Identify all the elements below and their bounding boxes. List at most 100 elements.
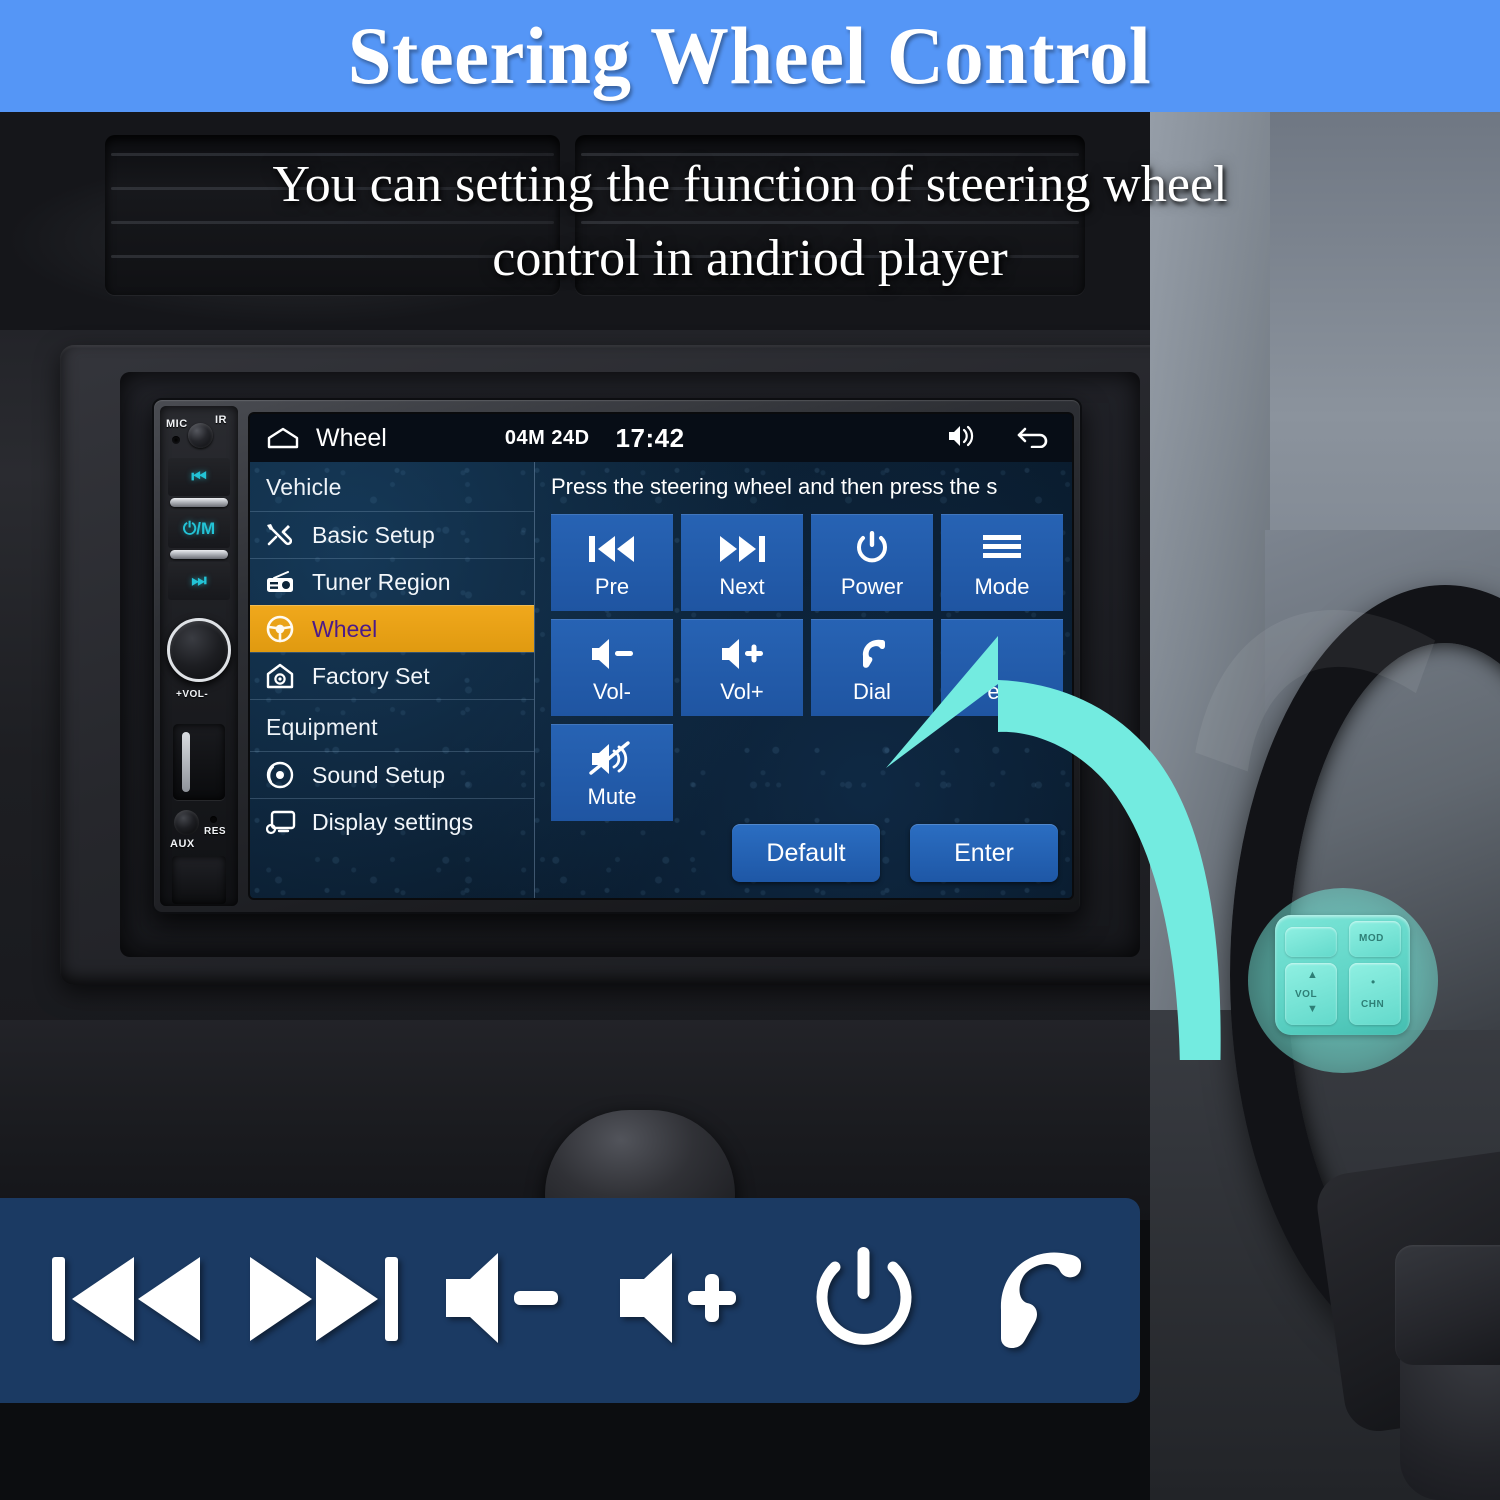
screen-content: Vehicle Basic Setup Tuner Region Wheel F…: [250, 462, 1072, 898]
monitor-gear-icon: [266, 809, 308, 835]
usb-port[interactable]: [172, 856, 226, 904]
sidebar-item-label: Factory Set: [312, 662, 430, 689]
next-track-icon: [242, 1243, 402, 1358]
speaker-disc-icon: [266, 761, 308, 789]
previous-track-icon: [586, 526, 638, 572]
feature-icon-strip: [0, 1198, 1140, 1403]
default-button[interactable]: Default: [732, 824, 880, 882]
microphone-hole: [172, 436, 180, 444]
volume-knob[interactable]: [167, 618, 231, 682]
function-button-next[interactable]: Next: [681, 514, 803, 611]
sd-card-slot[interactable]: [173, 724, 225, 800]
power-icon: [799, 1241, 929, 1361]
status-bar: Wheel 04M 24D 17:42: [250, 414, 1072, 462]
res-label: RES: [204, 826, 227, 837]
mic-label: MIC: [166, 418, 188, 430]
car-stereo-head-unit: MIC IR ⏮ ⏻/M ⏭ +VOL- RES AUX Wheel 04M 2…: [152, 398, 1082, 914]
sidebar-item-label: Display settings: [312, 808, 474, 835]
volume-down-icon: [588, 631, 636, 677]
power-icon: [852, 526, 892, 572]
aux-jack[interactable]: [174, 810, 199, 835]
key-divider-bar: [170, 550, 228, 559]
chn-label: CHN: [1361, 999, 1385, 1010]
power-mode-key[interactable]: ⏻/M: [168, 510, 230, 548]
function-button-select[interactable]: ect: [941, 619, 1063, 716]
function-button-pre[interactable]: Pre: [551, 514, 673, 611]
steering-wheel-control-pad-right[interactable]: [1395, 1245, 1500, 1365]
wheel-button-blank[interactable]: [1285, 927, 1337, 957]
mod-label-right: [1461, 1257, 1465, 1274]
steering-wheel-icon: [266, 615, 308, 643]
sidebar-item-label: Wheel: [312, 615, 378, 642]
mute-icon: [588, 736, 636, 782]
function-button-label: Mode: [974, 573, 1030, 599]
function-button-vol-down[interactable]: Vol-: [551, 619, 673, 716]
status-time: 17:42: [615, 422, 685, 453]
vol-down-arrow-icon: ▼: [1307, 1003, 1318, 1015]
prev-track-key[interactable]: ⏮: [168, 458, 230, 496]
radio-icon: [266, 571, 308, 593]
next-track-icon: [716, 526, 768, 572]
chn-up-dot-icon: •: [1371, 975, 1376, 989]
sidebar-group-vehicle: Vehicle: [266, 474, 342, 500]
sidebar-item-sound-setup[interactable]: Sound Setup: [250, 751, 534, 798]
touchscreen-display[interactable]: Wheel 04M 24D 17:42 Vehicle Basic Setup …: [248, 412, 1074, 900]
sidebar-item-wheel[interactable]: Wheel: [250, 605, 534, 652]
ir-label: IR: [215, 414, 227, 426]
volume-icon[interactable]: [946, 423, 976, 454]
mod-label: MOD: [1359, 933, 1384, 944]
phone-dial-icon: [851, 631, 893, 677]
volume-up-icon: [718, 631, 766, 677]
sidebar-group-equipment: Equipment: [250, 699, 534, 751]
factory-gear-icon: [266, 663, 308, 689]
aux-label: AUX: [170, 838, 195, 850]
function-button-label: Vol+: [720, 678, 764, 704]
page-title: Steering Wheel Control: [348, 10, 1152, 101]
reset-pinhole[interactable]: [210, 816, 217, 823]
steering-wheel-control-pad[interactable]: MOD VOL ▲ ▼ CHN •: [1275, 915, 1410, 1035]
status-date: 04M 24D: [504, 426, 590, 449]
function-button-vol-up[interactable]: Vol+: [681, 619, 803, 716]
function-button-dial[interactable]: Dial: [811, 619, 933, 716]
pane-instruction: Press the steering wheel and then press …: [551, 474, 998, 499]
volume-knob-label: +VOL-: [176, 689, 209, 700]
back-arrow-icon[interactable]: [1016, 424, 1050, 453]
sidebar-item-label: Basic Setup: [312, 521, 435, 548]
menu-lines-icon: [980, 526, 1024, 572]
screen-title: Wheel: [316, 423, 387, 452]
function-button-mute[interactable]: Mute: [551, 724, 673, 821]
function-button-label: Mute: [587, 783, 637, 809]
next-track-key[interactable]: ⏭: [168, 562, 230, 600]
phone-dial-icon: [963, 1238, 1103, 1363]
wheel-button-chn[interactable]: [1349, 963, 1401, 1025]
function-button-label: Dial: [853, 678, 891, 704]
sidebar-item-basic-setup[interactable]: Basic Setup: [250, 511, 534, 558]
sidebar-item-tuner-region[interactable]: Tuner Region: [250, 558, 534, 605]
subtitle-block: You can setting the function of steering…: [0, 148, 1500, 296]
function-button-mode[interactable]: Mode: [941, 514, 1063, 611]
volume-down-icon: [436, 1243, 576, 1358]
sidebar-item-label: Sound Setup: [312, 761, 446, 788]
ir-receiver-icon: [188, 423, 213, 448]
header-banner: Steering Wheel Control: [0, 0, 1500, 112]
function-button-label: Next: [719, 573, 765, 599]
function-button-grid: Pre Next Power Mode Vol- Vol+ Dial ect M…: [551, 514, 1063, 821]
home-icon[interactable]: [266, 427, 300, 449]
sidebar-item-factory-set[interactable]: Factory Set: [250, 652, 534, 699]
vol-label: VOL: [1295, 989, 1318, 1000]
subtitle-line-1: You can setting the function of steering…: [272, 156, 1228, 213]
function-button-label: Vol-: [593, 678, 631, 704]
enter-button[interactable]: Enter: [910, 824, 1058, 882]
wheel-learning-pane: Press the steering wheel and then press …: [535, 462, 1072, 898]
head-unit-side-panel: MIC IR ⏮ ⏻/M ⏭ +VOL- RES AUX: [160, 406, 238, 906]
function-button-power[interactable]: Power: [811, 514, 933, 611]
function-button-label: Power: [840, 573, 904, 599]
vol-up-arrow-icon: ▲: [1307, 969, 1318, 981]
pane-action-row: Default Enter: [732, 824, 1058, 882]
key-divider-bar: [170, 498, 228, 507]
sidebar-item-display-settings[interactable]: Display settings: [250, 798, 534, 845]
tools-icon: [266, 523, 308, 547]
function-button-label: Pre: [594, 573, 630, 599]
settings-sidebar: Vehicle Basic Setup Tuner Region Wheel F…: [250, 462, 535, 898]
volume-up-icon: [610, 1243, 765, 1358]
